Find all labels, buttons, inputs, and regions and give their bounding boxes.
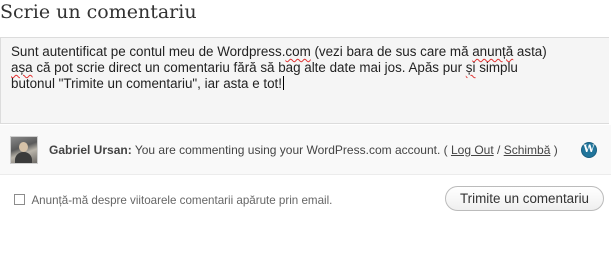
misspelled-word: anunță [472, 44, 514, 59]
comment-identity-bar: Gabriel Ursan: You are commenting using … [0, 125, 611, 175]
comment-textarea[interactable]: Sunt autentificat pe contul meu de Wordp… [0, 37, 609, 124]
comment-text-segment: Sunt autentificat pe contul meu de Wordp… [11, 44, 286, 59]
comment-text-segment: butonul "Trimite un comentariu", iar ast… [11, 76, 282, 91]
log-out-link[interactable]: Log Out [451, 143, 494, 157]
identity-close-paren: ) [550, 143, 558, 157]
comment-text-segment: asta) [513, 44, 547, 59]
commenter-name: Gabriel Ursan: [49, 143, 132, 157]
wordpress-icon: W [581, 142, 597, 158]
misspelled-word: așa [11, 60, 33, 75]
comment-text[interactable]: Sunt autentificat pe contul meu de Wordp… [11, 44, 596, 92]
notify-option: Anunță-mă despre viitoarele comentarii a… [14, 191, 332, 209]
change-account-link[interactable]: Schimbă [504, 143, 551, 157]
link-separator: / [493, 143, 504, 157]
comment-section-heading: Scrie un comentariu [0, 1, 197, 23]
misspelled-word: com [285, 44, 311, 59]
comment-line-2: așa că pot scrie direct un comentariu fă… [11, 60, 596, 76]
identity-message: You are commenting using your WordPress.… [131, 143, 451, 157]
notify-label[interactable]: Anunță-mă despre viitoarele comentarii a… [31, 194, 332, 207]
comment-line-3: butonul "Trimite un comentariu", iar ast… [11, 76, 596, 92]
comment-line-1: Sunt autentificat pe contul meu de Wordp… [11, 44, 596, 60]
identity-text: Gabriel Ursan: You are commenting using … [49, 143, 558, 157]
notify-checkbox[interactable] [14, 194, 25, 205]
text-cursor [283, 76, 284, 90]
comment-text-segment: că pot scrie direct un comentariu fără s… [32, 60, 466, 75]
submit-comment-button[interactable]: Trimite un comentariu [445, 186, 604, 211]
comment-text-segment: simplu [475, 60, 518, 75]
comment-text-segment: (vezi bara de sus care mă [310, 44, 473, 59]
avatar [10, 136, 38, 164]
